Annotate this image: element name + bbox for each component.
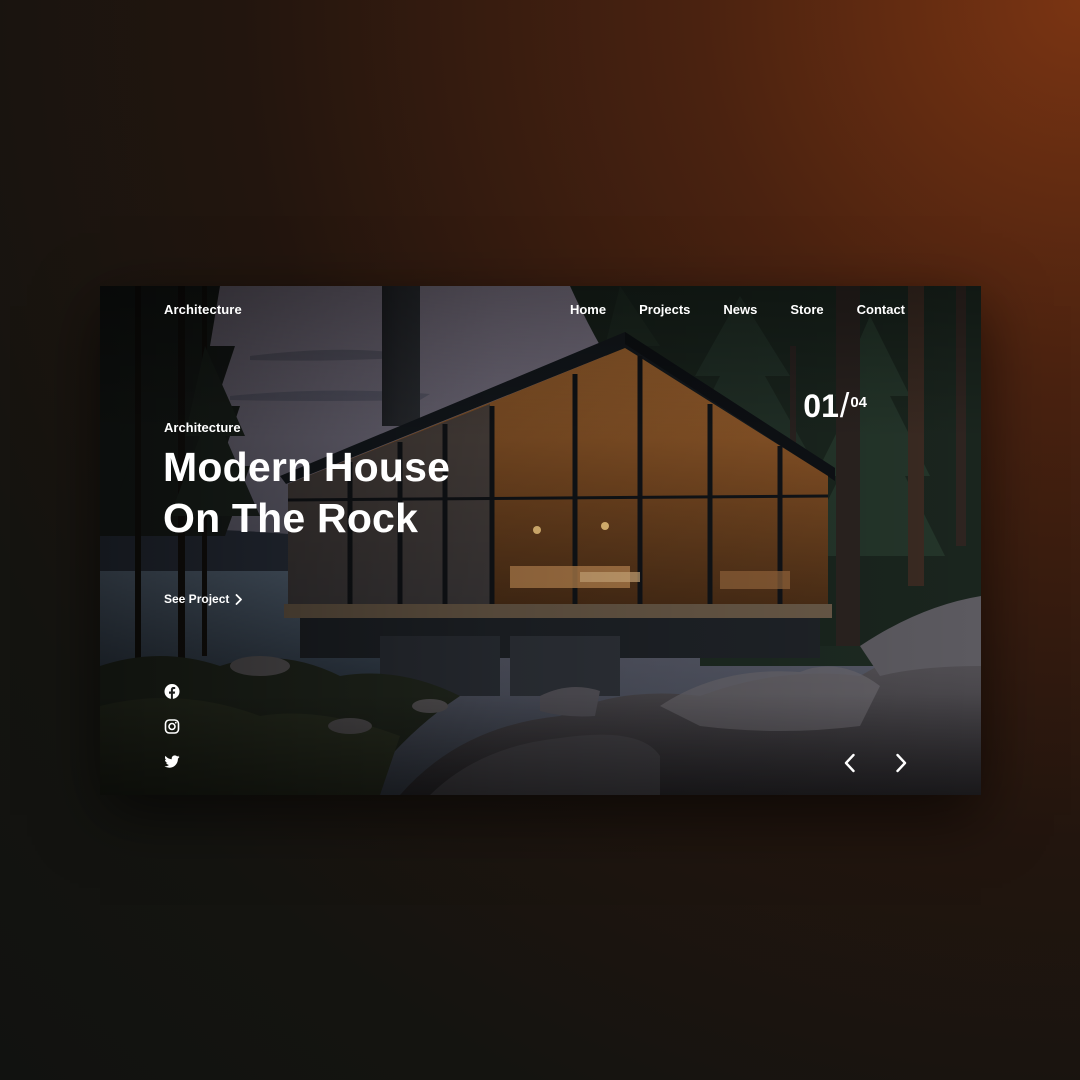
- slider-controls: [842, 752, 909, 774]
- slide-current: 01: [803, 388, 839, 424]
- site-logo[interactable]: Architecture: [164, 302, 242, 317]
- hero-slide: Architecture Home Projects News Store Co…: [100, 286, 981, 795]
- hero-title-line-2: On The Rock: [163, 495, 419, 541]
- chevron-right-icon[interactable]: [893, 752, 909, 774]
- hero-title: Modern House On The Rock: [163, 442, 583, 544]
- slide-separator: /: [839, 387, 850, 425]
- chevron-right-small-icon: [235, 593, 243, 605]
- slide-counter: 01 / 04: [803, 386, 867, 426]
- see-project-label: See Project: [164, 592, 230, 606]
- twitter-icon[interactable]: [164, 753, 180, 770]
- see-project-link[interactable]: See Project: [164, 592, 243, 606]
- nav-projects[interactable]: Projects: [639, 302, 690, 317]
- slide-total: 04: [850, 394, 867, 411]
- hero-title-line-1: Modern House: [163, 444, 451, 490]
- hero-category: Architecture: [164, 420, 241, 435]
- nav-news[interactable]: News: [723, 302, 757, 317]
- facebook-icon[interactable]: [164, 683, 180, 700]
- nav-contact[interactable]: Contact: [857, 302, 905, 317]
- chevron-left-icon[interactable]: [842, 752, 858, 774]
- instagram-icon[interactable]: [164, 718, 180, 735]
- social-links: [164, 683, 180, 770]
- main-nav: Home Projects News Store Contact: [570, 302, 905, 317]
- nav-home[interactable]: Home: [570, 302, 606, 317]
- nav-store[interactable]: Store: [790, 302, 823, 317]
